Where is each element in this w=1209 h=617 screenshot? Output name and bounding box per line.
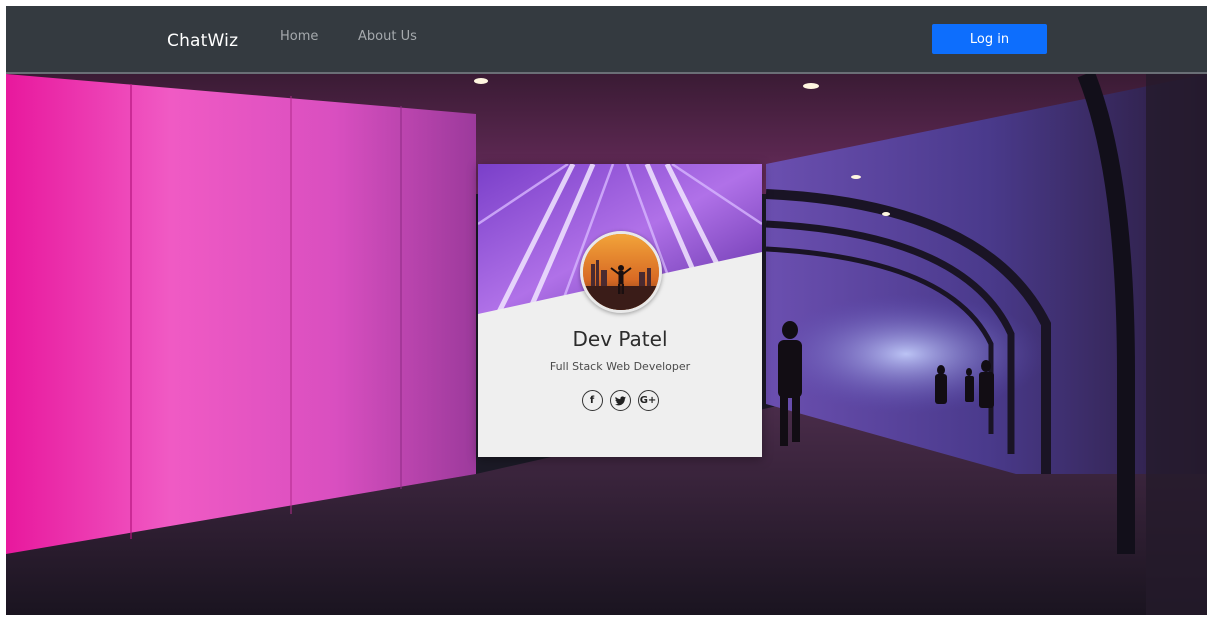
facebook-icon[interactable]: f [581, 390, 603, 411]
google-plus-icon[interactable]: G+ [637, 390, 659, 411]
profile-name: Dev Patel [572, 327, 668, 351]
nav-link-about-us[interactable]: About Us [358, 29, 417, 44]
nav-link-home[interactable]: Home [280, 29, 318, 44]
profile-avatar [580, 231, 662, 313]
page-frame: ChatWiz Home About Us Log in Dev Patel F… [6, 6, 1207, 615]
twitter-icon[interactable] [609, 390, 631, 411]
profile-title: Full Stack Web Developer [549, 360, 691, 373]
login-button[interactable]: Log in [932, 24, 1047, 54]
brand-logo[interactable]: ChatWiz [167, 31, 238, 51]
top-navbar: ChatWiz Home About Us Log in [6, 6, 1207, 74]
social-links: f G+ [478, 390, 762, 411]
profile-card: Dev Patel Full Stack Web Developer f G+ [478, 164, 762, 457]
